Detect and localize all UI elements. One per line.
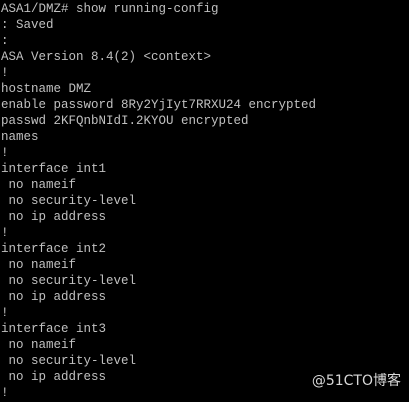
terminal-line: no security-level [1,194,137,208]
terminal-output: ASA1/DMZ# show running-config : Saved : … [0,0,409,401]
terminal-line: interface int2 [1,242,107,256]
terminal-line: passwd 2KFQnbNIdI.2KYOU encrypted [1,114,249,128]
terminal-line: hostname DMZ [1,82,92,96]
terminal-line: ASA Version 8.4(2) <context> [1,50,212,64]
terminal-line: no nameif [1,338,77,352]
terminal-line: enable password 8Ry2YjIyt7RRXU24 encrypt… [1,98,317,112]
terminal-window[interactable]: ASA1/DMZ# show running-config : Saved : … [0,0,409,402]
terminal-line: : Saved [1,18,54,32]
terminal-line: no ip address [1,290,107,304]
terminal-line: no security-level [1,274,137,288]
terminal-line: ASA1/DMZ# show running-config [1,2,219,16]
terminal-line: no ip address [1,210,107,224]
terminal-line: names [1,130,39,144]
terminal-line: ! [1,306,9,320]
terminal-line: ! [1,66,9,80]
terminal-line: no nameif [1,178,77,192]
terminal-line: interface int3 [1,322,107,336]
terminal-line: ! [1,226,9,240]
terminal-line: : [1,34,9,48]
terminal-line: interface int1 [1,162,107,176]
terminal-line: no security-level [1,354,137,368]
terminal-line: ! [1,146,9,160]
watermark: @51CTO博客 [311,373,401,389]
terminal-line: no nameif [1,258,77,272]
